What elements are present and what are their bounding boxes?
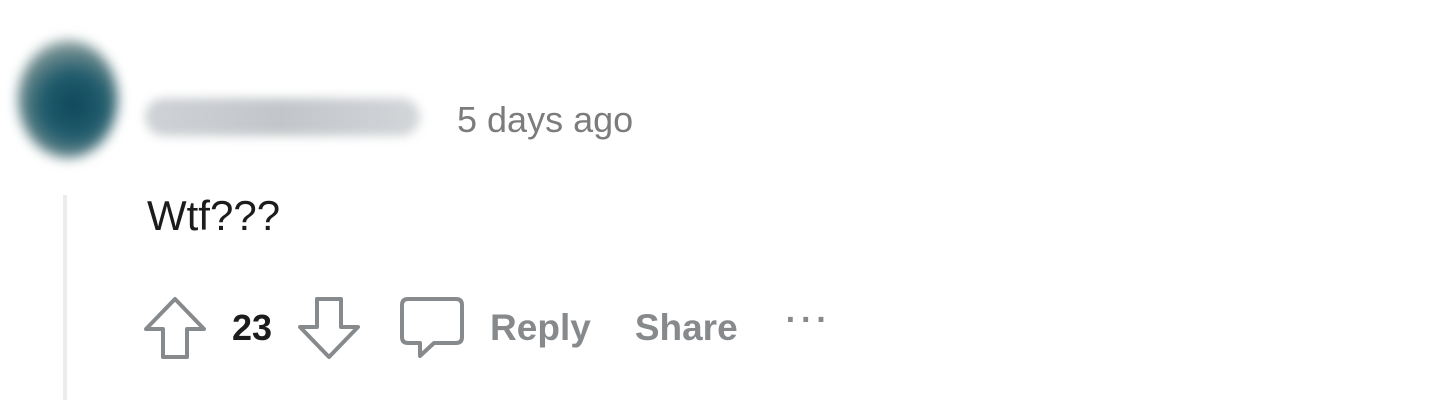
- downvote-button[interactable]: [294, 293, 364, 363]
- arrow-down-icon: [298, 297, 361, 359]
- vote-count: 23: [232, 307, 273, 348]
- comment-body: Wtf???: [147, 192, 281, 239]
- username[interactable]: [145, 98, 420, 136]
- thread-line[interactable]: [63, 195, 67, 400]
- reply-icon-button[interactable]: [398, 293, 466, 363]
- speech-bubble-icon: [400, 297, 465, 358]
- share-button[interactable]: Share: [635, 306, 738, 350]
- arrow-up-icon: [144, 297, 206, 359]
- comment-actions: 23 Reply Share ···: [140, 290, 832, 366]
- upvote-button[interactable]: [140, 293, 210, 363]
- avatar[interactable]: [18, 40, 118, 158]
- timestamp[interactable]: 5 days ago: [457, 98, 633, 142]
- more-options-button[interactable]: ···: [786, 303, 832, 337]
- reply-button[interactable]: Reply: [490, 306, 591, 350]
